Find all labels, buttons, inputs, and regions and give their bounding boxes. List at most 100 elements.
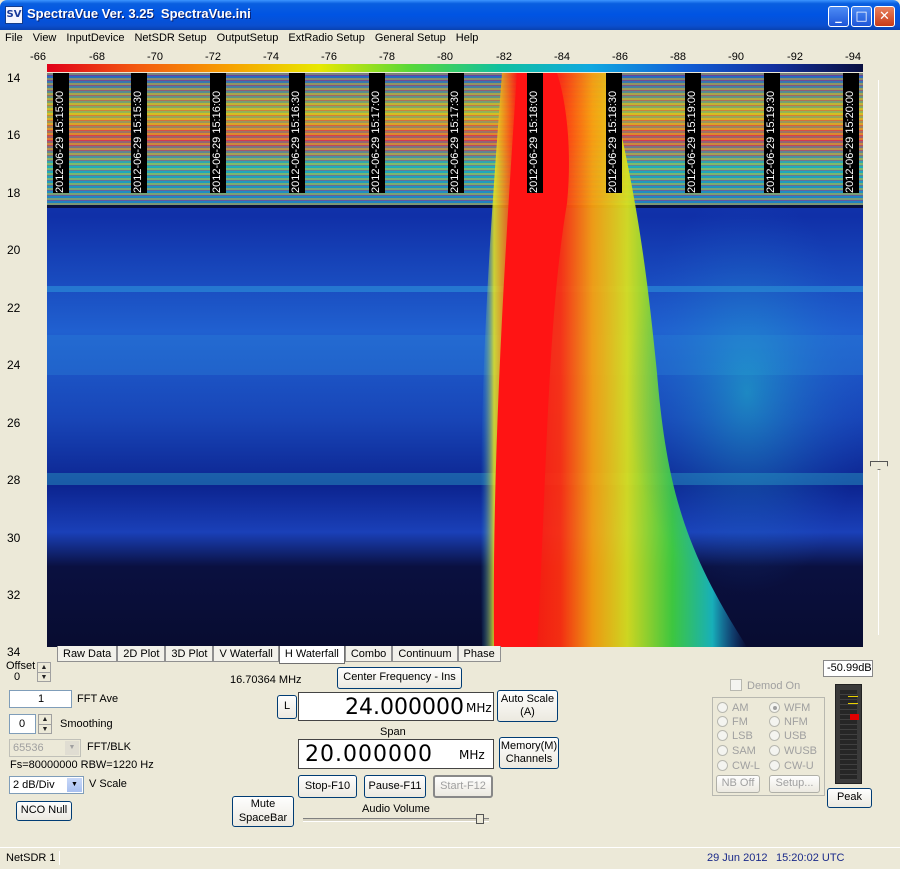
menu-view[interactable]: View xyxy=(28,30,62,46)
y-tick: 34 xyxy=(7,645,21,659)
radio-wusb[interactable]: WUSB xyxy=(769,745,817,757)
radio-wfm[interactable]: WFM xyxy=(769,702,810,714)
menu-extradio-setup[interactable]: ExtRadio Setup xyxy=(283,30,369,46)
fs-rbw-readout: Fs=80000000 RBW=1220 Hz xyxy=(10,759,154,771)
status-date: 29 Jun 2012 xyxy=(707,852,768,864)
x-tick: -74 xyxy=(263,51,279,63)
spin-up-icon[interactable]: ▲ xyxy=(39,715,51,724)
center-frequency-button[interactable]: Center Frequency - Ins xyxy=(337,667,462,689)
setup-button[interactable]: Setup... xyxy=(769,775,820,793)
radio-cw-l[interactable]: CW-L xyxy=(717,760,760,772)
x-tick: -68 xyxy=(89,51,105,63)
x-tick: -90 xyxy=(728,51,744,63)
radio-usb[interactable]: USB xyxy=(769,730,807,742)
level-readout: -50.99dB xyxy=(823,660,873,677)
x-tick: -94 xyxy=(845,51,861,63)
tab-3d-plot[interactable]: 3D Plot xyxy=(165,646,214,662)
tab-combo[interactable]: Combo xyxy=(344,646,393,662)
audio-volume-thumb[interactable] xyxy=(475,814,484,824)
y-tick: 24 xyxy=(7,358,21,372)
x-tick: -86 xyxy=(612,51,628,63)
y-tick: 26 xyxy=(7,416,21,430)
menu-file[interactable]: File xyxy=(0,30,28,46)
x-tick: -88 xyxy=(670,51,686,63)
fft-ave-label: FFT Ave xyxy=(77,693,119,705)
menu-input-device[interactable]: InputDevice xyxy=(61,30,129,46)
y-tick: 22 xyxy=(7,301,21,315)
radio-button-selected-icon xyxy=(769,702,780,713)
tab-2d-plot[interactable]: 2D Plot xyxy=(117,646,166,662)
radio-button-icon xyxy=(769,760,780,771)
spin-up-icon[interactable]: ▲ xyxy=(38,663,50,672)
color-scale-bar xyxy=(47,64,863,72)
pause-button[interactable]: Pause-F11 xyxy=(364,775,426,798)
span-input[interactable]: 20.000000 MHz xyxy=(298,739,494,769)
stop-button[interactable]: Stop-F10 xyxy=(298,775,357,798)
radio-button-icon xyxy=(717,760,728,771)
demod-on-checkbox[interactable] xyxy=(730,679,742,691)
center-frequency-value: 24.000000 xyxy=(345,695,464,720)
vscale-value: 2 dB/Div xyxy=(13,779,55,791)
offset-spinner[interactable]: ▲ ▼ xyxy=(37,662,51,682)
nb-off-button[interactable]: NB Off xyxy=(716,775,760,793)
auto-scale-button[interactable]: Auto Scale (A) xyxy=(497,690,558,722)
close-button[interactable]: ✕ xyxy=(874,6,895,27)
radio-am[interactable]: AM xyxy=(717,702,749,714)
menu-output-setup[interactable]: OutputSetup xyxy=(212,30,284,46)
smoothing-input[interactable]: 0 xyxy=(9,714,36,734)
span-label: Span xyxy=(380,726,406,738)
waterfall-display[interactable]: 2012-06-29 15:15:00 2012-06-29 15:15:30 … xyxy=(47,73,863,647)
tab-phase[interactable]: Phase xyxy=(457,646,501,662)
fft-ave-input[interactable]: 1 xyxy=(9,690,72,708)
span-unit: MHz xyxy=(459,748,485,762)
menu-help[interactable]: Help xyxy=(451,30,484,46)
view-tabs: Raw Data 2D Plot 3D Plot V Waterfall H Water… xyxy=(57,646,501,664)
timestamp-label: 2012-06-29 15:16:00 xyxy=(210,73,226,193)
minimize-button[interactable]: _ xyxy=(828,6,849,27)
tab-h-waterfall[interactable]: H Waterfall xyxy=(278,646,345,664)
signal-level-meter xyxy=(835,684,862,784)
radio-button-icon xyxy=(717,702,728,713)
lock-button[interactable]: L xyxy=(277,695,297,719)
x-tick: -70 xyxy=(147,51,163,63)
audio-volume-label: Audio Volume xyxy=(362,803,430,815)
vertical-slider-track xyxy=(878,80,879,635)
timestamp-label: 2012-06-29 15:19:30 xyxy=(764,73,780,193)
maximize-button[interactable]: □ xyxy=(851,6,872,27)
menu-general-setup[interactable]: General Setup xyxy=(370,30,451,46)
y-tick: 32 xyxy=(7,588,21,602)
spin-down-icon[interactable]: ▼ xyxy=(39,724,51,734)
smoothing-spinner[interactable]: ▲ ▼ xyxy=(38,714,52,734)
vscale-select[interactable]: 2 dB/Div ▼ xyxy=(9,776,84,794)
title-bar[interactable]: SV SpectraVue Ver. 3.25 SpectraVue.ini _… xyxy=(0,0,900,30)
mute-button[interactable]: Mute SpaceBar xyxy=(232,796,294,827)
radio-nfm[interactable]: NFM xyxy=(769,716,808,728)
radio-sam[interactable]: SAM xyxy=(717,745,756,757)
radio-button-icon xyxy=(717,730,728,741)
tab-raw-data[interactable]: Raw Data xyxy=(57,646,118,662)
tab-continuum[interactable]: Continuum xyxy=(392,646,458,662)
x-tick: -78 xyxy=(379,51,395,63)
radio-lsb[interactable]: LSB xyxy=(717,730,753,742)
vertical-slider-thumb[interactable] xyxy=(870,461,888,470)
audio-volume-slider[interactable] xyxy=(303,814,489,824)
vscale-label: V Scale xyxy=(89,778,127,790)
menu-netsdr-setup[interactable]: NetSDR Setup xyxy=(129,30,211,46)
chevron-down-icon[interactable]: ▼ xyxy=(67,778,82,792)
y-tick: 20 xyxy=(7,243,21,257)
demod-on-label: Demod On xyxy=(747,680,801,692)
status-divider xyxy=(59,851,60,865)
y-tick: 14 xyxy=(7,71,21,85)
tab-v-waterfall[interactable]: V Waterfall xyxy=(213,646,279,662)
nco-null-button[interactable]: NCO Null xyxy=(16,801,72,821)
start-button[interactable]: Start-F12 xyxy=(433,775,493,798)
memory-channels-button[interactable]: Memory(M) Channels xyxy=(499,737,559,769)
fft-blk-label: FFT/BLK xyxy=(87,741,132,753)
center-frequency-input[interactable]: 24.000000 MHz xyxy=(298,692,494,721)
peak-button[interactable]: Peak xyxy=(827,788,872,808)
offset-value[interactable]: 0 xyxy=(8,671,36,686)
radio-cw-u[interactable]: CW-U xyxy=(769,760,814,772)
demod-mode-group: AM FM LSB SAM CW-L WFM NFM USB WUSB CW-U… xyxy=(712,697,825,796)
spin-down-icon[interactable]: ▼ xyxy=(38,672,50,682)
radio-fm[interactable]: FM xyxy=(717,716,748,728)
